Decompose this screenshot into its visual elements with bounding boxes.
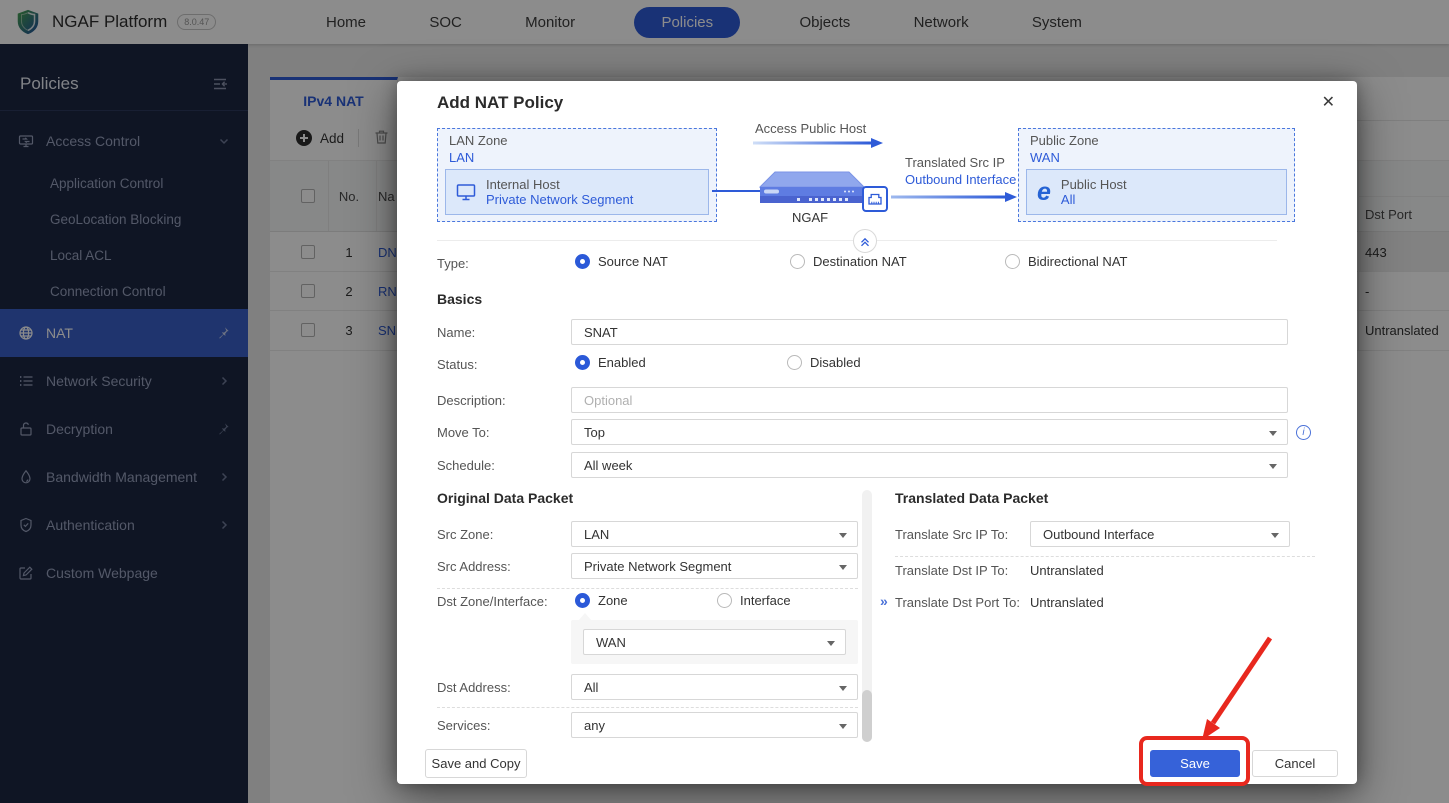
caret-down-icon xyxy=(1271,533,1279,538)
services-value: any xyxy=(584,717,605,733)
translated-src-ip-label: Translated Src IP xyxy=(905,155,1005,170)
device-label: NGAF xyxy=(791,210,829,225)
translated-packet-heading: Translated Data Packet xyxy=(895,490,1049,506)
description-label: Description: xyxy=(437,393,506,408)
caret-down-icon xyxy=(839,724,847,729)
src-address-label: Src Address: xyxy=(437,559,511,574)
src-zone-label: Src Zone: xyxy=(437,527,494,542)
caret-down-icon xyxy=(839,565,847,570)
translate-dst-port-value: Untranslated xyxy=(1030,595,1104,610)
dst-zone-value: WAN xyxy=(596,634,626,650)
browser-e-icon: e xyxy=(1037,177,1051,206)
src-address-value: Private Network Segment xyxy=(584,558,732,574)
radio-dot xyxy=(1005,254,1020,269)
cancel-button[interactable]: Cancel xyxy=(1252,750,1338,777)
caret-down-icon xyxy=(827,641,835,646)
dialog-title: Add NAT Policy xyxy=(437,93,564,112)
dst-address-value: All xyxy=(584,679,599,695)
add-nat-policy-dialog: Add NAT Policy ✕ LAN Zone LAN Internal H… xyxy=(397,81,1357,784)
caret-down-icon xyxy=(1269,431,1277,436)
schedule-label: Schedule: xyxy=(437,458,495,473)
radio-dot xyxy=(717,593,732,608)
public-host-box: e Public Host All xyxy=(1026,169,1287,215)
radio-bidirectional-nat[interactable]: Bidirectional NAT xyxy=(1005,254,1127,269)
public-zone-value: WAN xyxy=(1030,150,1060,165)
name-input[interactable] xyxy=(571,319,1288,345)
lan-zone-label: LAN Zone xyxy=(449,133,508,148)
schedule-select[interactable]: All week xyxy=(571,452,1288,478)
ethernet-port-icon xyxy=(862,186,888,212)
translate-src-ip-value: Outbound Interface xyxy=(1043,526,1155,542)
internal-host-label: Internal Host xyxy=(486,177,560,192)
translate-dst-port-label: Translate Dst Port To: xyxy=(895,595,1020,610)
schedule-value: All week xyxy=(584,457,633,473)
radio-destination-nat[interactable]: Destination NAT xyxy=(790,254,907,269)
radio-disabled[interactable]: Disabled xyxy=(787,355,861,370)
section-dashed-divider xyxy=(895,556,1315,557)
collapse-diagram-button[interactable] xyxy=(853,229,877,253)
radio-dot xyxy=(787,355,802,370)
src-zone-select[interactable]: LAN xyxy=(571,521,858,547)
caret-down-icon xyxy=(1269,464,1277,469)
lan-zone-value: LAN xyxy=(449,150,475,165)
radio-interface[interactable]: Interface xyxy=(717,593,791,608)
original-packet-heading: Original Data Packet xyxy=(437,490,574,506)
close-icon[interactable]: ✕ xyxy=(1322,92,1335,112)
caret-down-icon xyxy=(839,533,847,538)
caret-down-icon xyxy=(839,686,847,691)
status-label: Status: xyxy=(437,357,478,372)
translate-src-ip-label: Translate Src IP To: xyxy=(895,527,1009,542)
radio-zone[interactable]: Zone xyxy=(575,593,628,608)
services-label: Services: xyxy=(437,718,491,733)
save-and-copy-button[interactable]: Save and Copy xyxy=(425,749,527,778)
dst-address-select[interactable]: All xyxy=(571,674,858,700)
save-button[interactable]: Save xyxy=(1150,750,1240,777)
radio-dot xyxy=(575,254,590,269)
public-zone-label: Public Zone xyxy=(1030,133,1099,148)
move-to-value: Top xyxy=(584,424,605,440)
basics-heading: Basics xyxy=(437,291,483,307)
screen: NGAF Platform 8.0.47 Home SOC Monitor Po… xyxy=(0,0,1449,803)
translate-dst-ip-label: Translate Dst IP To: xyxy=(895,563,1009,578)
dst-address-label: Dst Address: xyxy=(437,680,511,695)
move-to-select[interactable]: Top xyxy=(571,419,1288,445)
public-host-value: All xyxy=(1060,192,1076,207)
dst-zone-select[interactable]: WAN xyxy=(583,629,846,655)
move-to-label: Move To: xyxy=(437,425,490,440)
name-label: Name: xyxy=(437,325,476,340)
radio-enabled[interactable]: Enabled xyxy=(575,355,646,370)
translate-dst-ip-value: Untranslated xyxy=(1030,563,1104,578)
access-public-host-label: Access Public Host xyxy=(755,121,867,136)
radio-source-nat[interactable]: Source NAT xyxy=(575,254,668,269)
src-address-select[interactable]: Private Network Segment xyxy=(571,553,858,579)
radio-dot xyxy=(790,254,805,269)
internal-host-value: Private Network Segment xyxy=(486,192,634,207)
ngaf-device-illustration xyxy=(758,163,866,212)
radio-dot xyxy=(575,355,590,370)
description-input[interactable] xyxy=(571,387,1288,413)
internal-host-box: Internal Host Private Network Segment xyxy=(445,169,709,215)
type-label: Type: xyxy=(437,256,469,271)
translated-src-ip-value: Outbound Interface xyxy=(905,172,1017,187)
public-host-label: Public Host xyxy=(1060,177,1127,192)
access-public-host-arrow xyxy=(753,136,883,154)
section-dashed-divider xyxy=(437,588,858,589)
arrow-device-to-public xyxy=(891,190,1017,208)
radio-dot xyxy=(575,593,590,608)
src-zone-value: LAN xyxy=(584,526,610,542)
expand-panel-icon[interactable]: » xyxy=(880,593,888,609)
scrollbar-thumb[interactable] xyxy=(862,690,872,742)
translate-src-ip-select[interactable]: Outbound Interface xyxy=(1030,521,1290,547)
section-dashed-divider xyxy=(437,707,858,708)
info-icon[interactable]: i xyxy=(1296,425,1311,440)
monitor-icon xyxy=(456,183,476,202)
services-select[interactable]: any xyxy=(571,712,858,738)
dst-zone-interface-label: Dst Zone/Interface: xyxy=(437,594,548,609)
